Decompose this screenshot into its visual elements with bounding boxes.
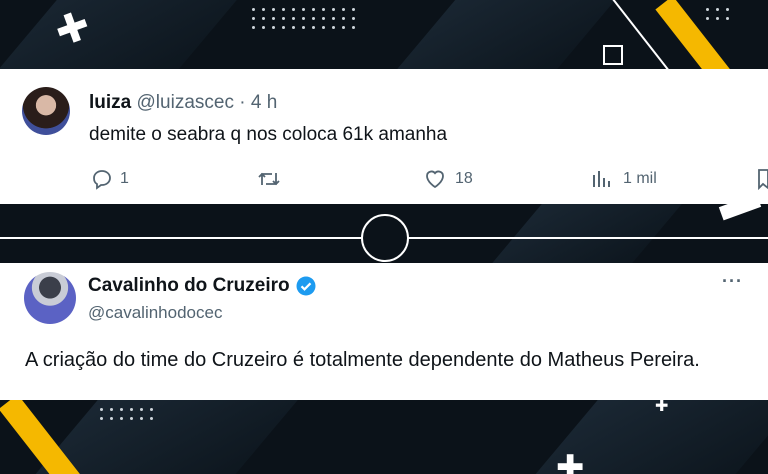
author-name[interactable]: Cavalinho do Cruzeiro	[88, 275, 290, 297]
avatar[interactable]	[22, 87, 70, 135]
reply-button[interactable]: 1	[90, 167, 129, 191]
author-handle[interactable]: @cavalinhodocec	[88, 303, 222, 323]
author-name[interactable]: luiza	[89, 92, 131, 113]
retweet-icon	[258, 172, 280, 186]
timestamp[interactable]: 4 h	[251, 92, 277, 113]
field-center-circle	[361, 214, 409, 262]
views-count: 1 mil	[623, 170, 657, 187]
separator: ·	[239, 92, 246, 113]
hollow-square-icon	[603, 45, 623, 65]
bookmark-icon	[758, 169, 768, 191]
reply-icon	[93, 170, 111, 190]
retweet-button[interactable]	[256, 167, 282, 191]
views-button[interactable]: 1 mil	[591, 167, 657, 191]
tweet-text: A criação do time do Cruzeiro é totalmen…	[25, 349, 700, 371]
tweet-card[interactable]: luiza @luizascec · 4 h demite o seabra q…	[0, 69, 768, 204]
like-button[interactable]: 18	[423, 167, 473, 191]
reply-count: 1	[120, 170, 129, 187]
views-icon	[593, 171, 610, 187]
verified-badge-icon	[296, 276, 316, 296]
like-icon	[426, 170, 444, 189]
bookmark-button[interactable]	[757, 167, 768, 191]
like-count: 18	[455, 170, 473, 187]
author-handle[interactable]: @luizascec	[137, 92, 234, 113]
plus-icon: ✚	[556, 448, 585, 474]
tweet-card[interactable]: Cavalinho do Cruzeiro @cavalinhodocec ··…	[0, 263, 768, 400]
more-options-icon[interactable]: ···	[722, 271, 743, 292]
tweet-text: demite o seabra q nos coloca 61k amanha	[89, 124, 448, 145]
avatar[interactable]	[24, 272, 76, 324]
